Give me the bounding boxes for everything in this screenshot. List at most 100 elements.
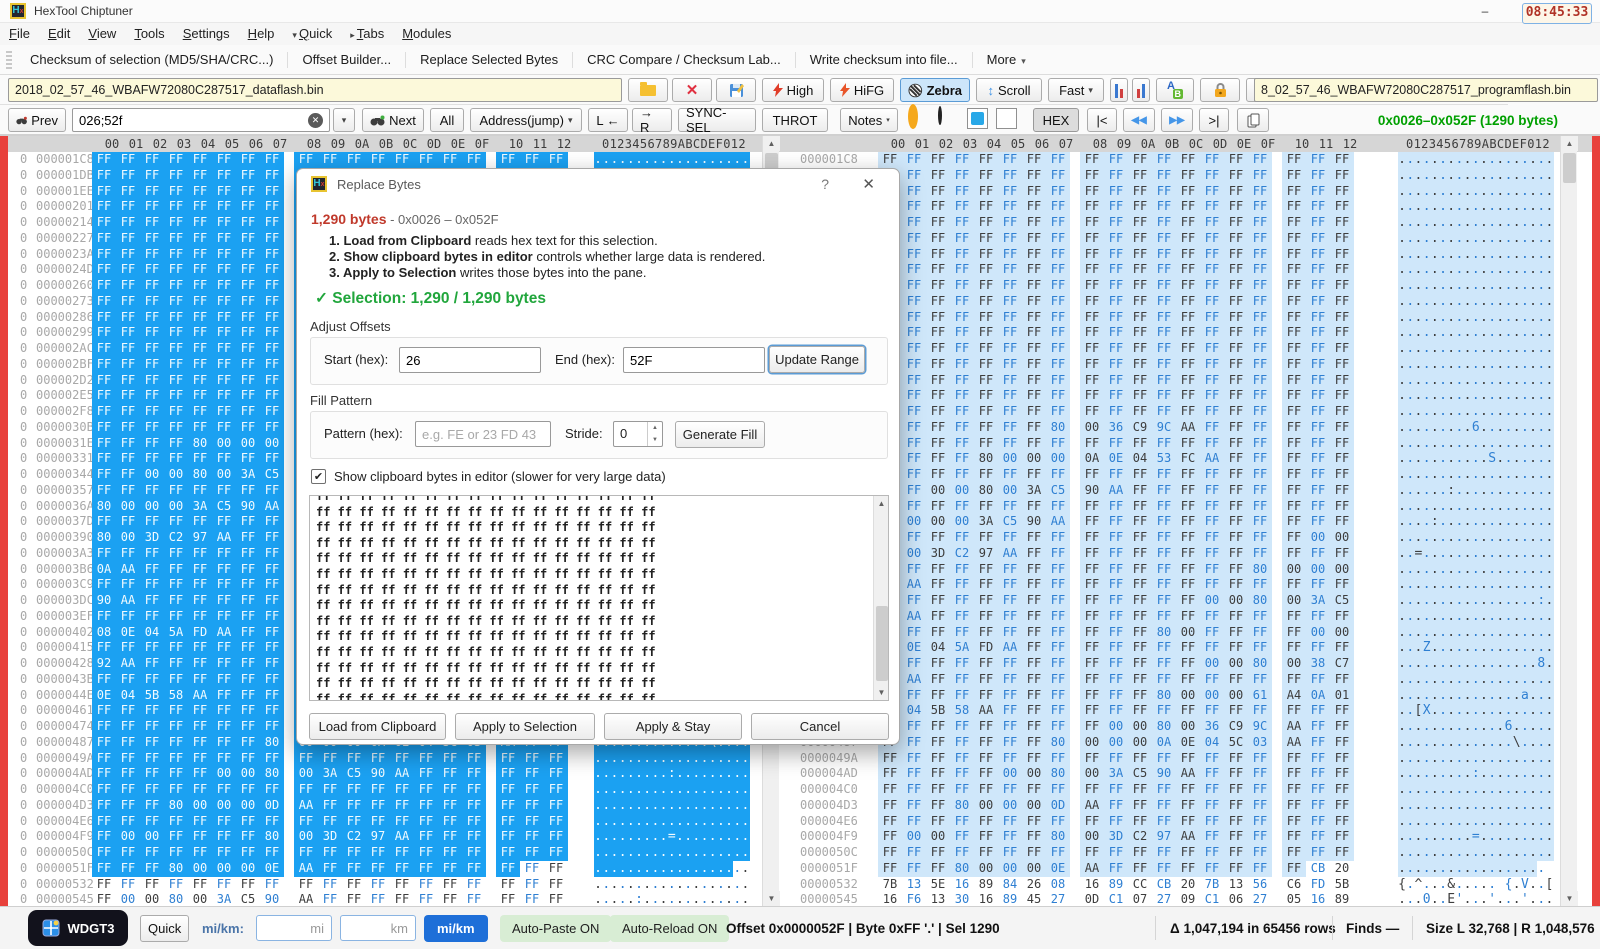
byte-cell[interactable]: 16 xyxy=(974,892,998,906)
byte-cell[interactable]: FF xyxy=(1152,845,1176,861)
ascii-cell[interactable]: . xyxy=(1545,625,1553,641)
ascii-cell[interactable]: . xyxy=(1504,499,1512,515)
byte-cell[interactable]: FF xyxy=(116,325,140,341)
byte-cell[interactable]: FF xyxy=(1248,530,1272,546)
ascii-cell[interactable]: . xyxy=(1537,184,1545,200)
byte-cell[interactable]: FF xyxy=(1152,357,1176,373)
right-pane-scrollbar[interactable]: ▲ ▼ xyxy=(1560,136,1577,906)
byte-cell[interactable]: FF xyxy=(1104,688,1128,704)
ascii-cell[interactable]: . xyxy=(1406,278,1414,294)
ascii-cell[interactable]: . xyxy=(635,845,643,861)
byte-cell[interactable]: FF xyxy=(1128,609,1152,625)
ascii-cell[interactable]: . xyxy=(1545,199,1553,215)
menu-item-tools[interactable]: Tools xyxy=(125,23,173,44)
ascii-cell[interactable]: . xyxy=(1406,514,1414,530)
ascii-cell[interactable]: . xyxy=(1545,530,1553,546)
byte-cell[interactable]: FF xyxy=(926,782,950,798)
byte-cell[interactable]: FF xyxy=(1104,593,1128,609)
ab-encoding-button[interactable]: A B xyxy=(1156,78,1194,102)
byte-cell[interactable]: FF xyxy=(1022,404,1046,420)
byte-cell[interactable]: FF xyxy=(140,703,164,719)
byte-cell[interactable]: FF xyxy=(1104,168,1128,184)
byte-cell[interactable]: 89 xyxy=(998,892,1022,906)
ascii-cell[interactable]: . xyxy=(1472,719,1480,735)
byte-cell[interactable]: 00 xyxy=(1128,719,1152,735)
byte-cell[interactable]: FF xyxy=(366,877,390,893)
ascii-cell[interactable]: . xyxy=(660,877,668,893)
byte-cell[interactable]: FF xyxy=(92,199,116,215)
ascii-cell[interactable]: . xyxy=(627,892,635,906)
byte-cell[interactable]: FF xyxy=(294,751,318,767)
ascii-cell[interactable]: . xyxy=(717,751,725,767)
byte-cell[interactable]: FF xyxy=(950,766,974,782)
byte-cell[interactable]: FF xyxy=(950,735,974,751)
byte-cell[interactable]: FF xyxy=(1176,325,1200,341)
end-hex-input[interactable] xyxy=(623,347,765,373)
byte-cell[interactable]: 00 xyxy=(1046,451,1070,467)
ascii-cell[interactable]: . xyxy=(1480,451,1488,467)
byte-cell[interactable]: FF xyxy=(212,247,236,263)
ascii-cell[interactable]: . xyxy=(1464,341,1472,357)
byte-cell[interactable]: FF xyxy=(260,672,284,688)
byte-cell[interactable]: FF xyxy=(212,609,236,625)
ascii-cell[interactable]: . xyxy=(676,892,684,906)
byte-cell[interactable]: FF xyxy=(1080,688,1104,704)
ascii-cell[interactable]: . xyxy=(1529,562,1537,578)
ascii-cell[interactable]: . xyxy=(1545,782,1553,798)
byte-cell[interactable]: FF xyxy=(1200,861,1224,877)
byte-cell[interactable]: FF xyxy=(878,766,902,782)
ascii-cell[interactable]: . xyxy=(1455,625,1463,641)
ascii-cell[interactable]: . xyxy=(1447,215,1455,231)
byte-cell[interactable]: FF xyxy=(974,577,998,593)
ascii-cell[interactable]: . xyxy=(1504,782,1512,798)
byte-cell[interactable]: FF xyxy=(950,467,974,483)
byte-cell[interactable]: FF xyxy=(1022,845,1046,861)
byte-cell[interactable]: 5A xyxy=(950,640,974,656)
byte-cell[interactable]: FF xyxy=(342,877,366,893)
byte-cell[interactable]: FF xyxy=(188,546,212,562)
ascii-cell[interactable]: . xyxy=(660,766,668,782)
byte-cell[interactable]: FF xyxy=(1176,798,1200,814)
ascii-cell[interactable]: . xyxy=(1537,892,1545,906)
ascii-cell[interactable]: . xyxy=(1521,703,1529,719)
ascii-cell[interactable]: 6 xyxy=(1504,719,1512,735)
ascii-cell[interactable]: . xyxy=(709,766,717,782)
ascii-cell[interactable]: . xyxy=(1464,373,1472,389)
ascii-cell[interactable]: . xyxy=(1439,719,1447,735)
byte-cell[interactable]: FF xyxy=(1248,483,1272,499)
byte-cell[interactable]: FF xyxy=(1046,530,1070,546)
ascii-cell[interactable]: . xyxy=(1472,798,1480,814)
byte-cell[interactable]: FF xyxy=(998,782,1022,798)
ascii-cell[interactable]: . xyxy=(1521,719,1529,735)
ascii-cell[interactable]: . xyxy=(1472,388,1480,404)
byte-cell[interactable]: FF xyxy=(1200,845,1224,861)
ascii-cell[interactable]: . xyxy=(709,814,717,830)
byte-cell[interactable]: FF xyxy=(1046,640,1070,656)
byte-cell[interactable]: FF xyxy=(950,451,974,467)
ascii-cell[interactable]: . xyxy=(1529,231,1537,247)
ascii-cell[interactable]: . xyxy=(1496,861,1504,877)
byte-cell[interactable]: FF xyxy=(1282,782,1306,798)
byte-cell[interactable]: FF xyxy=(544,877,568,893)
byte-cell[interactable]: FF xyxy=(438,892,462,906)
byte-cell[interactable]: FF xyxy=(1306,467,1330,483)
ascii-cell[interactable]: . xyxy=(1414,278,1422,294)
ascii-cell[interactable]: . xyxy=(1488,499,1496,515)
ascii-cell[interactable]: . xyxy=(1488,467,1496,483)
byte-cell[interactable]: FF xyxy=(902,798,926,814)
ascii-cell[interactable]: . xyxy=(1529,199,1537,215)
byte-cell[interactable]: FF xyxy=(188,294,212,310)
byte-cell[interactable]: FF xyxy=(188,357,212,373)
byte-cell[interactable]: FF xyxy=(950,829,974,845)
byte-cell[interactable]: FF xyxy=(1330,483,1354,499)
byte-cell[interactable]: FF xyxy=(92,719,116,735)
ascii-cell[interactable]: . xyxy=(1488,546,1496,562)
byte-cell[interactable]: 00 xyxy=(1330,530,1354,546)
ascii-cell[interactable]: . xyxy=(643,892,651,906)
byte-cell[interactable]: FF xyxy=(1306,514,1330,530)
ascii-cell[interactable]: . xyxy=(1504,656,1512,672)
byte-cell[interactable]: 3D xyxy=(318,829,342,845)
ascii-cell[interactable]: . xyxy=(1447,499,1455,515)
byte-cell[interactable]: FF xyxy=(140,562,164,578)
byte-cell[interactable]: FF xyxy=(318,751,342,767)
